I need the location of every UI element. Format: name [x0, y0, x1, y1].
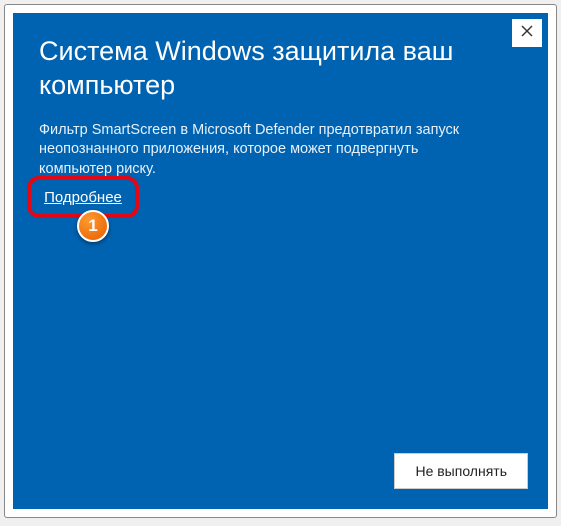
more-info-link[interactable]: Подробнее [44, 189, 122, 206]
annotation-highlight: Подробнее [27, 176, 139, 218]
close-button[interactable] [512, 19, 542, 47]
dialog-description: Фильтр SmartScreen в Microsoft Defender … [13, 103, 548, 180]
dialog-title: Система Windows защитила ваш компьютер [13, 13, 548, 103]
window-frame: Система Windows защитила ваш компьютер Ф… [4, 4, 557, 518]
dialog-footer: Не выполнять [394, 453, 528, 489]
close-icon [521, 24, 533, 42]
annotation-step-badge: 1 [77, 210, 109, 242]
dont-run-button[interactable]: Не выполнять [394, 453, 528, 489]
smartscreen-dialog: Система Windows защитила ваш компьютер Ф… [13, 13, 548, 509]
annotation-step-number: 1 [88, 216, 97, 236]
